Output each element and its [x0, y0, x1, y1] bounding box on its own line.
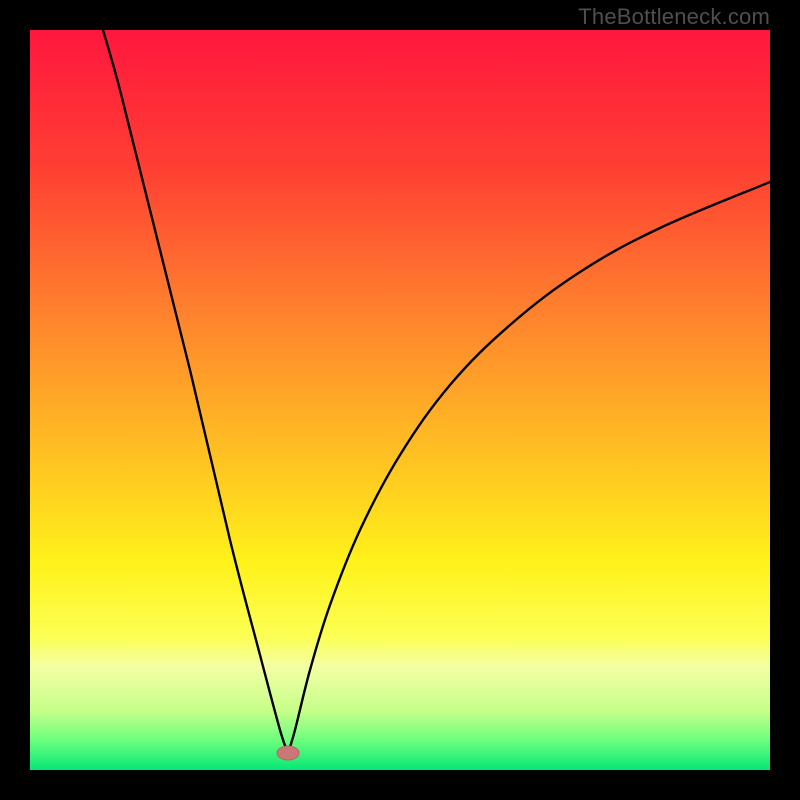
chart-frame: TheBottleneck.com	[0, 0, 800, 800]
watermark-text: TheBottleneck.com	[578, 4, 770, 30]
curve-layer	[30, 30, 770, 770]
minimum-marker	[277, 746, 299, 760]
plot-area	[30, 30, 770, 770]
left-curve	[103, 30, 288, 753]
right-curve	[288, 182, 770, 753]
